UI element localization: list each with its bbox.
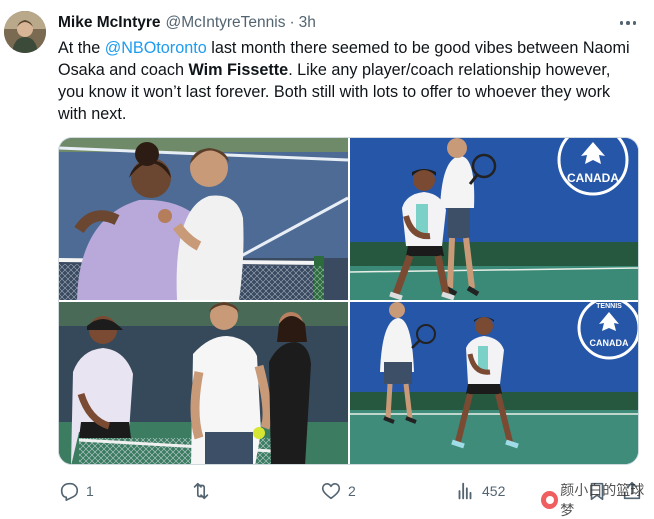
watermark-text: 颜小白的篮球梦: [560, 483, 645, 519]
retweet-icon: [193, 482, 209, 500]
media-grid: CANADA TENNIS CANADA: [58, 137, 639, 465]
tweet-header: Mike McIntyre @McIntyreTennis · 3h: [58, 13, 316, 33]
separator-dot: ·: [289, 14, 295, 31]
view-count: 452: [482, 483, 506, 499]
tweet-timestamp[interactable]: 3h: [299, 14, 316, 32]
heart-icon: [321, 483, 341, 500]
retweet-button[interactable]: [190, 478, 218, 504]
author-avatar[interactable]: [4, 11, 46, 53]
reply-count: 1: [86, 483, 94, 499]
more-horizontal-icon[interactable]: [616, 12, 640, 34]
tweet[interactable]: Mike McIntyre @McIntyreTennis · 3h At th…: [0, 0, 654, 519]
reply-button[interactable]: 1: [58, 478, 94, 504]
photo-3[interactable]: [59, 302, 348, 464]
tweet-text: At the @NBOtoronto last month there seem…: [58, 37, 638, 125]
author-name[interactable]: Mike McIntyre: [58, 14, 161, 32]
watermark-logo-icon: [541, 491, 559, 509]
canada-sign-text: CANADA: [590, 338, 629, 348]
like-count: 2: [348, 483, 356, 499]
author-handle[interactable]: @McIntyreTennis: [166, 14, 286, 32]
photo-1[interactable]: [59, 138, 348, 300]
reply-icon: [60, 482, 79, 501]
like-button[interactable]: 2: [320, 478, 356, 504]
canada-sign-text: CANADA: [567, 171, 619, 185]
photo-2[interactable]: CANADA: [350, 138, 638, 300]
views-button[interactable]: 452: [454, 478, 505, 504]
tweet-text-part: At the: [58, 39, 105, 57]
tweet-text-bold: Wim Fissette: [188, 61, 289, 79]
tennis-sign-text: TENNIS: [596, 303, 622, 310]
watermark: 颜小白的篮球梦: [541, 483, 654, 519]
views-bar-chart-icon: [458, 482, 472, 500]
photo-4[interactable]: TENNIS CANADA: [350, 302, 638, 464]
mention-link[interactable]: @NBOtoronto: [105, 39, 207, 57]
